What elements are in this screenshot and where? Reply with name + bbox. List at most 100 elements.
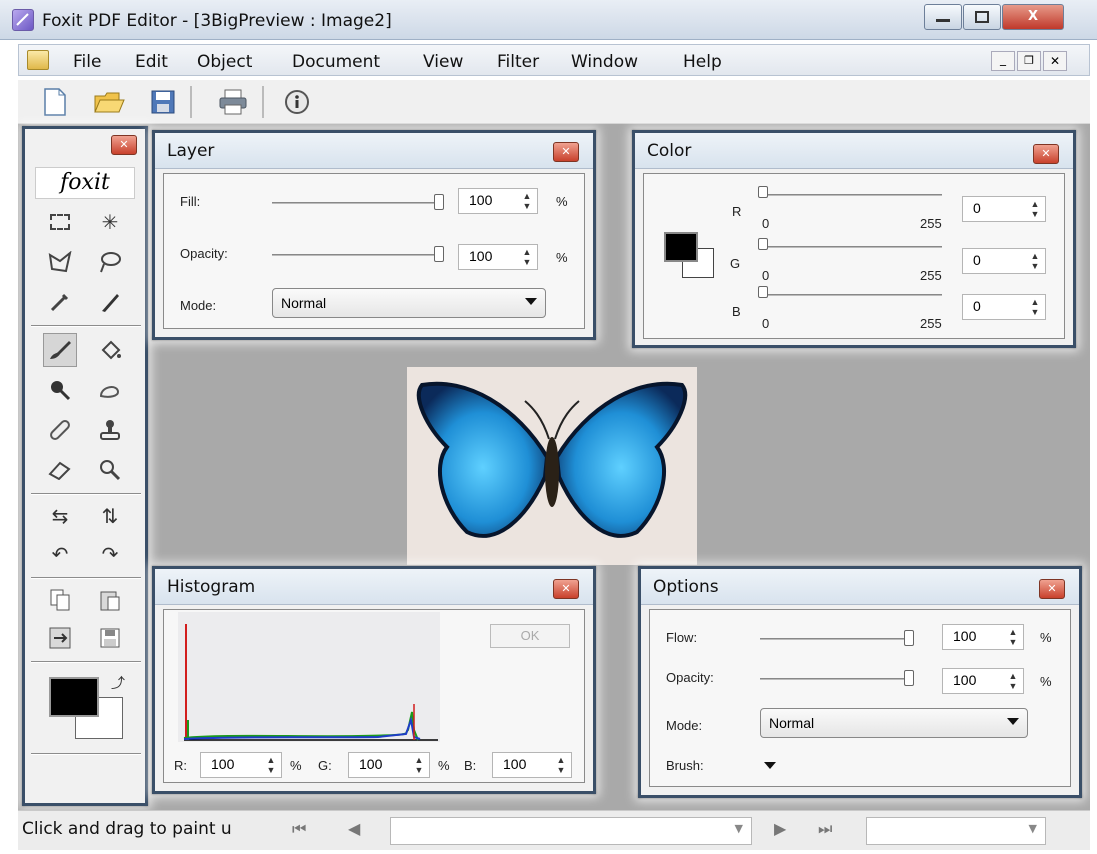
flow-slider[interactable] [760, 638, 910, 640]
burn-icon[interactable] [45, 375, 75, 405]
spin-arrows-icon[interactable]: ▲ ▼ [553, 755, 569, 775]
import-icon[interactable] [45, 623, 75, 653]
document-menu-icon[interactable] [27, 50, 49, 70]
spin-arrows-icon[interactable]: ▲ ▼ [1005, 671, 1021, 691]
color-panel-body: R 0 255 0 ▲ ▼ G 0 255 0 ▲ ▼ B 0 255 0 ▲ ▼ [643, 173, 1065, 339]
options-opacity-thumb[interactable] [904, 670, 914, 686]
brush-dropdown-icon[interactable] [764, 762, 776, 769]
g-channel-thumb[interactable] [758, 238, 768, 250]
b-spinbox[interactable]: 0 ▲ ▼ [962, 294, 1046, 320]
b-channel-slider[interactable] [762, 294, 942, 296]
paint-bucket-icon[interactable] [95, 335, 125, 365]
hist-r-spinbox[interactable]: 100 ▲ ▼ [200, 752, 282, 778]
flow-slider-thumb[interactable] [904, 630, 914, 646]
mode-select[interactable]: Normal [272, 288, 546, 318]
paste-icon[interactable] [95, 585, 125, 615]
foreground-color-swatch[interactable] [49, 677, 99, 717]
save-image-icon[interactable] [95, 623, 125, 653]
zoom-icon[interactable] [95, 455, 125, 485]
spin-arrows-icon[interactable]: ▲ ▼ [519, 247, 535, 267]
spin-arrows-icon[interactable]: ▲ ▼ [1027, 297, 1043, 317]
menu-window[interactable]: Window [571, 52, 638, 72]
flip-horizontal-icon[interactable]: ⇆ [45, 501, 75, 531]
last-page-icon[interactable]: ⏭ [818, 819, 848, 845]
brush-icon[interactable] [43, 333, 77, 367]
eraser-icon[interactable] [45, 455, 75, 485]
menu-document[interactable]: Document [292, 52, 380, 72]
menu-file[interactable]: File [73, 52, 101, 72]
opacity-spinbox[interactable]: 100 ▲ ▼ [458, 244, 538, 270]
info-icon[interactable] [280, 86, 314, 118]
smudge-icon[interactable] [95, 375, 125, 405]
stamp-icon[interactable] [95, 415, 125, 445]
g-channel-slider[interactable] [762, 246, 942, 248]
redo-icon[interactable]: ↷ [95, 539, 125, 569]
r-spinbox[interactable]: 0 ▲ ▼ [962, 196, 1046, 222]
options-mode-select[interactable]: Normal [760, 708, 1028, 738]
b-channel-thumb[interactable] [758, 286, 768, 298]
hist-b-spinbox[interactable]: 100 ▲ ▼ [492, 752, 572, 778]
zoom-select[interactable]: ▼ [866, 817, 1046, 845]
r-channel-slider[interactable] [762, 194, 942, 196]
options-opacity-spinbox[interactable]: 100 ▲ ▼ [942, 668, 1024, 694]
mdi-minimize-button[interactable]: _ [991, 51, 1015, 71]
menu-help[interactable]: Help [683, 52, 722, 72]
spin-arrows-icon[interactable]: ▲ ▼ [263, 755, 279, 775]
opacity-slider[interactable] [272, 254, 440, 256]
color-foreground-swatch[interactable] [664, 232, 698, 262]
swap-colors-icon[interactable]: ⤴ [111, 673, 125, 693]
toolbox-close-button[interactable]: ✕ [111, 135, 137, 155]
options-panel-close-button[interactable]: ✕ [1039, 579, 1065, 599]
spin-arrows-icon[interactable]: ▲ ▼ [519, 191, 535, 211]
histogram-panel-close-button[interactable]: ✕ [553, 579, 579, 599]
maximize-button[interactable] [963, 4, 1001, 30]
flow-spinbox[interactable]: 100 ▲ ▼ [942, 624, 1024, 650]
pen-icon[interactable] [95, 287, 125, 317]
undo-icon[interactable]: ↶ [45, 539, 75, 569]
next-page-icon[interactable]: ▶ [774, 819, 804, 845]
opacity-slider-thumb[interactable] [434, 246, 444, 262]
lasso-icon[interactable] [95, 247, 125, 277]
flip-vertical-icon[interactable]: ⇅ [95, 501, 125, 531]
first-page-icon[interactable]: ⏮ [292, 819, 322, 845]
mdi-restore-button[interactable]: ❐ [1017, 51, 1041, 71]
menu-view[interactable]: View [423, 52, 463, 72]
histogram-ok-button[interactable]: OK [490, 624, 570, 648]
page-select[interactable]: ▼ [390, 817, 752, 845]
options-panel-header: Options ✕ [641, 569, 1079, 605]
magic-wand-icon[interactable]: ✳ [95, 207, 125, 237]
canvas-image[interactable] [407, 367, 697, 565]
chevron-down-icon [525, 298, 537, 305]
spin-arrows-icon[interactable]: ▲ ▼ [1027, 199, 1043, 219]
r-channel-thumb[interactable] [758, 186, 768, 198]
open-icon[interactable] [92, 86, 126, 118]
hist-r-label: R: [174, 758, 187, 773]
save-icon[interactable] [146, 86, 180, 118]
rect-select-icon[interactable] [45, 207, 75, 237]
spin-arrows-icon[interactable]: ▲ ▼ [411, 755, 427, 775]
prev-page-icon[interactable]: ◀ [348, 819, 378, 845]
print-icon[interactable] [216, 86, 250, 118]
spin-arrows-icon[interactable]: ▲ ▼ [1005, 627, 1021, 647]
polygon-lasso-icon[interactable] [45, 247, 75, 277]
menu-object[interactable]: Object [197, 52, 252, 72]
close-button[interactable]: X [1002, 4, 1064, 30]
fill-slider[interactable] [272, 202, 440, 204]
menu-edit[interactable]: Edit [135, 52, 168, 72]
spin-arrows-icon[interactable]: ▲ ▼ [1027, 251, 1043, 271]
g-spinbox[interactable]: 0 ▲ ▼ [962, 248, 1046, 274]
bandage-icon[interactable] [45, 415, 75, 445]
fill-slider-thumb[interactable] [434, 194, 444, 210]
new-icon[interactable] [38, 86, 72, 118]
copy-icon[interactable] [45, 585, 75, 615]
eyedropper-icon[interactable] [45, 287, 75, 317]
color-panel-close-button[interactable]: ✕ [1033, 144, 1059, 164]
hist-g-spinbox[interactable]: 100 ▲ ▼ [348, 752, 430, 778]
options-opacity-slider[interactable] [760, 678, 910, 680]
layer-panel-close-button[interactable]: ✕ [553, 142, 579, 162]
minimize-button[interactable] [924, 4, 962, 30]
menu-filter[interactable]: Filter [497, 52, 539, 72]
layer-panel-header: Layer ✕ [155, 133, 593, 169]
fill-spinbox[interactable]: 100 ▲ ▼ [458, 188, 538, 214]
mdi-close-button[interactable]: ✕ [1043, 51, 1067, 71]
